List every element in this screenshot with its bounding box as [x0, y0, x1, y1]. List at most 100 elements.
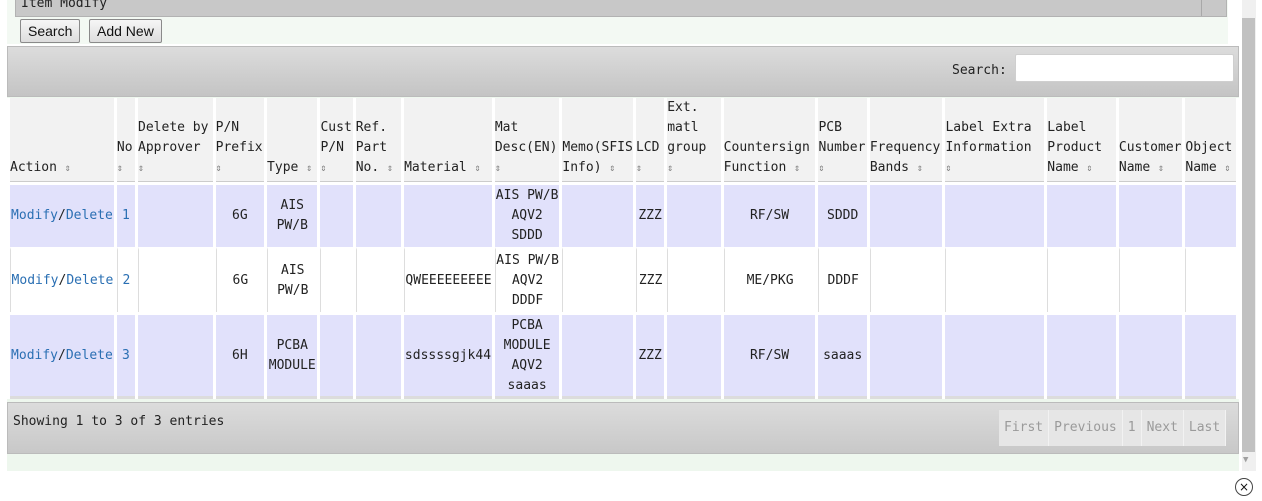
col-header-customer-name[interactable]: Customer Name ⇕: [1118, 98, 1183, 182]
sort-icon[interactable]: ⇕: [1225, 163, 1231, 174]
sort-icon[interactable]: ⇕: [667, 163, 673, 174]
sort-icon[interactable]: ⇕: [475, 163, 481, 174]
cell-memo: [562, 312, 633, 399]
sort-icon[interactable]: ⇕: [1158, 163, 1164, 174]
action-separator: /: [58, 208, 66, 223]
sort-icon[interactable]: ⇕: [138, 163, 144, 174]
cell-ext-matl-group: [667, 182, 721, 247]
close-icon[interactable]: ×: [1235, 478, 1253, 496]
col-header-label-extra-information[interactable]: Label Extra Information ⇕: [945, 98, 1045, 182]
delete-link[interactable]: Delete: [66, 273, 113, 288]
cell-delete-by-approver: [138, 247, 213, 312]
cell-countersign-function: RF/SW: [723, 182, 816, 247]
action-cell: Modify/Delete: [10, 247, 114, 312]
window-title-bar: Item Modify: [15, 0, 1227, 17]
delete-link[interactable]: Delete: [66, 348, 113, 363]
sort-icon[interactable]: ⇕: [818, 163, 824, 174]
cell-mat-desc-en: AIS PW/B AQV2 SDDD: [494, 182, 560, 247]
col-header-cust-pn[interactable]: Cust P/N ⇕: [320, 98, 353, 182]
col-header-mat-desc-en[interactable]: Mat Desc(EN) ⇕: [494, 98, 560, 182]
sort-icon[interactable]: ⇕: [306, 163, 312, 174]
cell-pn-prefix: 6H: [215, 312, 265, 399]
cell-lcd: ZZZ: [635, 182, 665, 247]
col-header-label-product-name[interactable]: Label Product Name ⇕: [1047, 98, 1116, 182]
table-row: Modify/Delete 3 6H PCBA MODULE sdssssgjk…: [10, 312, 1236, 399]
col-header-pn-prefix[interactable]: P/N Prefix ⇕: [215, 98, 265, 182]
table-search-input[interactable]: [1015, 54, 1234, 82]
cell-pcb-number: saaas: [818, 312, 867, 399]
cell-ref-part-no: [355, 312, 402, 399]
cell-lcd: ZZZ: [635, 312, 665, 399]
sort-icon[interactable]: ⇕: [216, 163, 222, 174]
cell-customer-name: [1118, 182, 1183, 247]
cell-material: QWEEEEEEEEE: [404, 247, 492, 312]
action-cell: Modify/Delete: [10, 182, 114, 247]
modify-link[interactable]: Modify: [11, 208, 58, 223]
sort-icon[interactable]: ⇕: [320, 163, 326, 174]
cell-customer-name: [1118, 312, 1183, 399]
add-new-button[interactable]: Add New: [89, 19, 162, 43]
entries-info: Showing 1 to 3 of 3 entries: [13, 414, 225, 429]
table-search-label: Search:: [952, 63, 1007, 78]
cell-lcd: ZZZ: [635, 247, 665, 312]
sort-icon[interactable]: ⇕: [917, 163, 923, 174]
sort-icon[interactable]: ⇕: [1086, 163, 1092, 174]
cell-type: AIS PW/B: [267, 182, 318, 247]
cell-ext-matl-group: [667, 247, 721, 312]
title-bar-divider: [1201, 0, 1202, 16]
sort-icon[interactable]: ⇕: [495, 163, 501, 174]
cell-label-extra-info: [945, 182, 1045, 247]
cell-no: 1: [116, 182, 136, 247]
sort-icon[interactable]: ⇕: [117, 163, 123, 174]
col-header-memo[interactable]: Memo(SFIS Info) ⇕: [562, 98, 633, 182]
scroll-down-arrow-icon[interactable]: ▼: [1243, 455, 1248, 465]
cell-label-extra-info: [945, 312, 1045, 399]
cell-type: PCBA MODULE: [267, 312, 318, 399]
col-header-pcb-number[interactable]: PCB Number ⇕: [818, 98, 867, 182]
cell-object-name: [1185, 247, 1236, 312]
col-header-ref-part-no[interactable]: Ref. Part No. ⇕: [355, 98, 402, 182]
table-footer: Showing 1 to 3 of 3 entries First Previo…: [7, 402, 1239, 454]
cell-object-name: [1185, 312, 1236, 399]
first-page-button[interactable]: First: [999, 410, 1050, 446]
cell-countersign-function: RF/SW: [723, 312, 816, 399]
cell-countersign-function: ME/PKG: [723, 247, 816, 312]
col-header-delete-by-approver[interactable]: Delete by Approver ⇕: [138, 98, 213, 182]
col-header-object-name[interactable]: Object Name ⇕: [1185, 98, 1236, 182]
col-header-action[interactable]: Action ⇕: [10, 98, 114, 182]
sort-icon[interactable]: ⇕: [387, 163, 393, 174]
last-page-button[interactable]: Last: [1183, 410, 1227, 446]
modify-link[interactable]: Modify: [11, 348, 58, 363]
col-header-ext-matl-group[interactable]: Ext. matl group ⇕: [667, 98, 721, 182]
cell-label-product-name: [1047, 182, 1116, 247]
cell-mat-desc-en: AIS PW/B AQV2 DDDF: [494, 247, 560, 312]
col-header-lcd[interactable]: LCD ⇕: [635, 98, 665, 182]
col-header-type[interactable]: Type ⇕: [267, 98, 318, 182]
col-header-frequency-bands[interactable]: Frequency Bands ⇕: [869, 98, 943, 182]
next-page-button[interactable]: Next: [1141, 410, 1184, 446]
cell-mat-desc-en: PCBA MODULE AQV2 saaas: [494, 312, 560, 399]
table-row: Modify/Delete 1 6G AIS PW/B AIS PW/B AQV…: [10, 182, 1236, 247]
col-header-no[interactable]: No ⇕: [116, 98, 136, 182]
col-header-countersign-function[interactable]: Countersign Function ⇕: [723, 98, 816, 182]
cell-cust-pn: [320, 182, 353, 247]
cell-delete-by-approver: [138, 312, 213, 399]
page-1-button[interactable]: 1: [1122, 410, 1142, 446]
previous-page-button[interactable]: Previous: [1049, 410, 1123, 446]
modify-link[interactable]: Modify: [12, 273, 59, 288]
delete-link[interactable]: Delete: [66, 208, 113, 223]
cell-customer-name: [1118, 247, 1183, 312]
cell-frequency-bands: [869, 312, 943, 399]
sort-icon[interactable]: ⇕: [794, 163, 800, 174]
cell-cust-pn: [320, 312, 353, 399]
cell-pn-prefix: 6G: [215, 182, 265, 247]
table-row: Modify/Delete 2 6G AIS PW/B QWEEEEEEEEE …: [10, 247, 1236, 312]
action-cell: Modify/Delete: [10, 312, 114, 399]
col-header-material[interactable]: Material ⇕: [404, 98, 492, 182]
sort-icon[interactable]: ⇕: [65, 163, 71, 174]
scrollbar-thumb[interactable]: [1242, 18, 1255, 452]
sort-icon[interactable]: ⇕: [609, 163, 615, 174]
sort-icon[interactable]: ⇕: [636, 163, 642, 174]
sort-icon[interactable]: ⇕: [945, 163, 951, 174]
search-button[interactable]: Search: [20, 19, 81, 43]
